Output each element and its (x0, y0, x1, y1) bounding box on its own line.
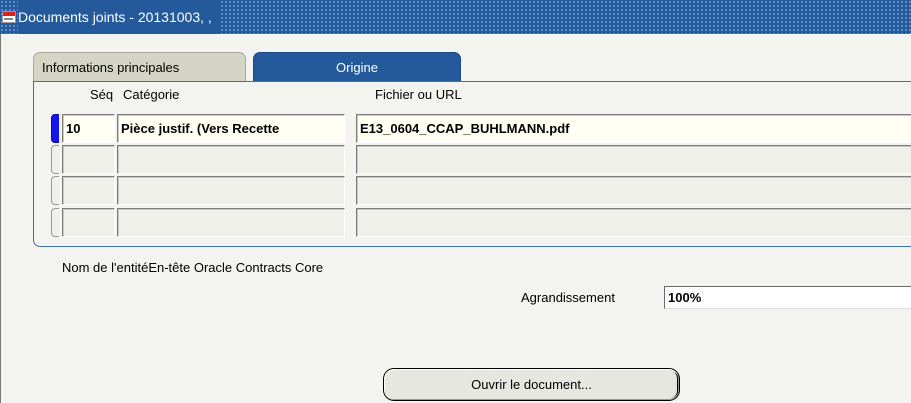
seq-field[interactable] (62, 176, 115, 205)
focus-indicator (671, 372, 678, 397)
zoom-label: Agrandissement (521, 290, 615, 305)
file-url-field[interactable]: E13_0604_CCAP_BUHLMANN.pdf (356, 114, 911, 143)
record-indicator-current[interactable] (51, 114, 59, 143)
file-url-field[interactable] (356, 176, 911, 205)
window-title-bar[interactable]: Documents joints - 20131003, , (0, 0, 911, 34)
record-indicator[interactable] (51, 208, 59, 237)
zoom-field[interactable]: 100% (664, 286, 911, 309)
column-header-fichier-url: Fichier ou URL (375, 87, 462, 102)
seq-field[interactable] (62, 145, 115, 174)
record-indicator[interactable] (51, 145, 59, 174)
seq-field[interactable]: 10 (62, 114, 115, 143)
category-field[interactable] (117, 145, 345, 174)
tab-informations-principales[interactable]: Informations principales (33, 52, 246, 81)
entity-name-value: En-tête Oracle Contracts Core (148, 260, 324, 275)
column-header-seq: Séq (90, 87, 114, 102)
window-title: Documents joints - 20131003, , (18, 0, 220, 34)
record-indicator[interactable] (51, 176, 59, 205)
tab-origine[interactable]: Origine (253, 52, 461, 81)
oracle-app-icon[interactable] (2, 11, 16, 23)
category-field[interactable] (117, 208, 345, 237)
window-left-border (0, 34, 1, 403)
open-document-button-label: Ouvrir le document... (471, 377, 592, 392)
category-field[interactable]: Pièce justif. (Vers Recette (117, 114, 345, 143)
open-document-button[interactable]: Ouvrir le document... (383, 368, 680, 401)
column-header-categorie: Catégorie (123, 87, 180, 102)
entity-name: Nom de l'entitéEn-tête Oracle Contracts … (62, 260, 323, 275)
seq-field[interactable] (62, 208, 115, 237)
category-field[interactable] (117, 176, 345, 205)
file-url-field[interactable] (356, 208, 911, 237)
file-url-field[interactable] (356, 145, 911, 174)
entity-name-label: Nom de l'entité (62, 260, 149, 275)
